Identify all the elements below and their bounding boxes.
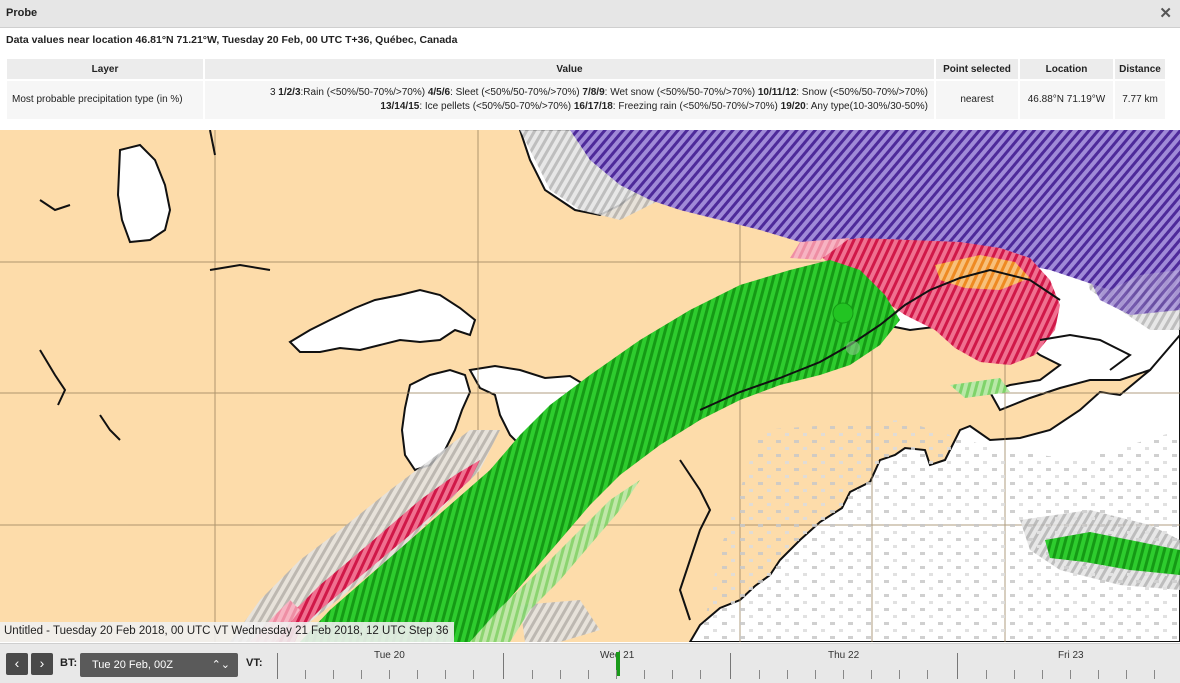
timeline-tick bbox=[1042, 670, 1043, 679]
timeline-tick bbox=[532, 670, 533, 679]
cell-location: 46.88°N 71.19°W bbox=[1020, 81, 1113, 119]
value-segment: :Rain (<50%/50-70%/>70%) bbox=[300, 87, 428, 98]
value-legend-line-2: 13/14/15: Ice pellets (<50%/50-70%/>70%)… bbox=[205, 100, 928, 114]
cell-point-selected: nearest bbox=[936, 81, 1018, 119]
timeline-tick bbox=[1154, 670, 1155, 679]
timeline-tick bbox=[1098, 670, 1099, 679]
timeline-tick bbox=[700, 670, 701, 679]
header-location: Location bbox=[1020, 59, 1113, 79]
timeline-tick bbox=[361, 670, 362, 679]
timeline-day-divider bbox=[730, 653, 731, 679]
probe-header: Probe ✕ bbox=[0, 0, 1180, 28]
timeline-tick bbox=[815, 670, 816, 679]
chevron-right-icon[interactable]: › bbox=[31, 653, 53, 675]
base-time-value: Tue 20 Feb, 00Z bbox=[92, 659, 173, 671]
timeline-day: Thu 22 bbox=[828, 650, 860, 661]
timeline-tick bbox=[843, 670, 844, 679]
timeline-tick bbox=[927, 670, 928, 679]
header-value: Value bbox=[205, 59, 934, 79]
value-segment: 7/8/9 bbox=[582, 87, 605, 98]
header-point-selected: Point selected bbox=[936, 59, 1018, 79]
time-toolbar: ‹ › BT: Tue 20 Feb, 00Z ⌃⌄ VT: Tue 20 We… bbox=[0, 643, 1180, 683]
value-segment: 4/5/6 bbox=[427, 87, 451, 98]
value-segment: 1/2/3 bbox=[278, 87, 301, 98]
value-segment: : Wet snow (<50%/50-70%/>70%) bbox=[604, 87, 758, 98]
probe-point-marker bbox=[832, 302, 854, 324]
timeline-tick bbox=[588, 670, 589, 679]
timeline-tick bbox=[616, 670, 617, 679]
probe-table: Layer Value Point selected Location Dist… bbox=[5, 57, 1167, 121]
timeline-day-divider bbox=[503, 653, 504, 679]
value-segment: : Freezing rain (<50%/50-70%/>70%) bbox=[612, 101, 781, 112]
vt-label: VT: bbox=[246, 657, 263, 669]
timeline-tick bbox=[1126, 670, 1127, 679]
precipitation-map[interactable] bbox=[0, 130, 1180, 642]
timeline-day: Tue 20 bbox=[374, 650, 405, 661]
timeline-day: Fri 23 bbox=[1058, 650, 1084, 661]
header-layer: Layer bbox=[7, 59, 203, 79]
header-distance: Distance bbox=[1115, 59, 1165, 79]
value-segment: 13/14/15 bbox=[380, 101, 420, 112]
probe-subtitle: Data values near location 46.81°N 71.21°… bbox=[6, 34, 458, 46]
timeline-tick bbox=[305, 670, 306, 679]
timeline-tick bbox=[473, 670, 474, 679]
value-legend-line-1: 3 1/2/3:Rain (<50%/50-70%/>70%) 4/5/6: S… bbox=[205, 86, 928, 100]
map-canvas[interactable] bbox=[0, 130, 1180, 642]
bt-label: BT: bbox=[60, 657, 78, 669]
timeline-tick bbox=[899, 670, 900, 679]
base-time-select[interactable]: Tue 20 Feb, 00Z ⌃⌄ bbox=[80, 653, 238, 677]
timeline-tick bbox=[333, 670, 334, 679]
chevron-left-icon[interactable]: ‹ bbox=[6, 653, 28, 675]
timeline-tick bbox=[560, 670, 561, 679]
timeline-tick bbox=[445, 670, 446, 679]
value-segment: 19/20 bbox=[780, 101, 806, 112]
value-segment: : Any type(10-30%/30-50%) bbox=[805, 101, 928, 112]
table-row: Most probable precipitation type (in %) … bbox=[7, 81, 1165, 119]
timeline-tick bbox=[1014, 670, 1015, 679]
timeline-tick bbox=[1070, 670, 1071, 679]
close-icon[interactable]: ✕ bbox=[1159, 4, 1172, 22]
validity-timeline[interactable]: Tue 20 Wed 21 Thu 22 Fri 23 bbox=[276, 650, 1180, 682]
timeline-tick bbox=[871, 670, 872, 679]
cell-layer: Most probable precipitation type (in %) bbox=[7, 81, 203, 119]
value-segment: : Snow (<50%/50-70%/>70%) bbox=[796, 87, 928, 98]
timeline-tick bbox=[787, 670, 788, 679]
timeline-day-divider bbox=[277, 653, 278, 679]
timeline-tick bbox=[389, 670, 390, 679]
value-segment: : Ice pellets (<50%/50-70%/>70%) bbox=[419, 101, 574, 112]
timeline-tick bbox=[759, 670, 760, 679]
value-segment: 10/11/12 bbox=[757, 87, 797, 98]
timeline-tick bbox=[672, 670, 673, 679]
timeline-tick bbox=[417, 670, 418, 679]
chevron-updown-icon: ⌃⌄ bbox=[211, 659, 230, 671]
timeline-day-divider bbox=[957, 653, 958, 679]
value-segment: : Sleet (<50%/50-70%/>70%) bbox=[450, 87, 583, 98]
map-caption: Untitled - Tuesday 20 Feb 2018, 00 UTC V… bbox=[0, 622, 454, 642]
timeline-tick bbox=[644, 670, 645, 679]
probe-title: Probe bbox=[6, 7, 38, 19]
timeline-tick bbox=[986, 670, 987, 679]
cell-value: 3 1/2/3:Rain (<50%/50-70%/>70%) 4/5/6: S… bbox=[205, 81, 934, 119]
probe-point-shadow bbox=[846, 341, 860, 355]
value-segment: 16/17/18 bbox=[573, 101, 613, 112]
cell-distance: 7.77 km bbox=[1115, 81, 1165, 119]
